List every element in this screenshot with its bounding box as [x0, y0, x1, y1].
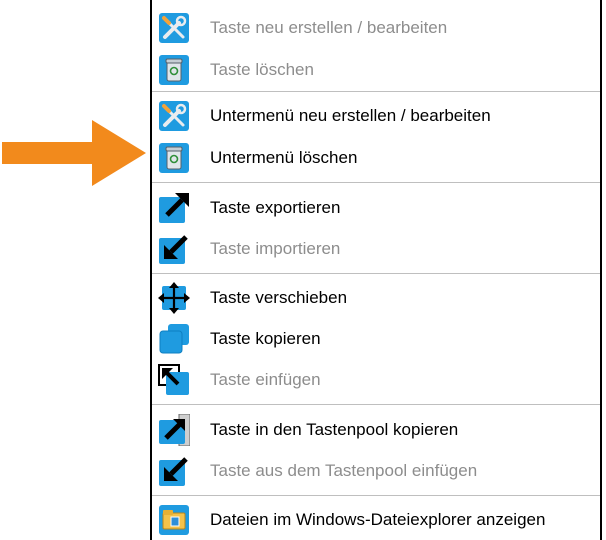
menu-item-label: Taste löschen — [210, 60, 314, 79]
menu-item-copy-key[interactable]: Taste kopieren — [152, 319, 600, 359]
recycle-bin-icon — [159, 143, 189, 173]
menu-item-create-edit-key[interactable]: Taste neu erstellen / bearbeiten — [152, 8, 600, 48]
menu-item-label: Taste neu erstellen / bearbeiten — [210, 18, 448, 37]
menu-separator — [152, 91, 600, 92]
tools-icon — [159, 101, 189, 131]
pointer-arrow-icon — [2, 120, 146, 186]
menu-item-label: Untermenü neu erstellen / bearbeiten — [210, 106, 491, 125]
menu-separator — [152, 273, 600, 274]
menu-item-move-key[interactable]: Taste verschieben — [152, 278, 600, 318]
menu-item-label: Taste importieren — [210, 239, 341, 258]
menu-item-copy-to-pool[interactable]: Taste in den Tastenpool kopieren — [152, 410, 600, 450]
menu-item-delete-key[interactable]: Taste löschen — [152, 50, 600, 90]
menu-item-paste-key[interactable]: Taste einfügen — [152, 360, 600, 400]
menu-separator — [152, 182, 600, 183]
menu-item-label: Taste kopieren — [210, 329, 321, 348]
file-explorer-icon — [159, 505, 189, 535]
paste-icon — [158, 364, 189, 395]
export-arrow-icon — [159, 193, 189, 223]
menu-item-export-key[interactable]: Taste exportieren — [152, 188, 600, 228]
context-menu: Taste neu erstellen / bearbeiten Taste l… — [150, 0, 602, 540]
menu-item-label: Taste exportieren — [210, 198, 341, 217]
recycle-bin-icon — [159, 55, 189, 85]
menu-item-label: Taste verschieben — [210, 288, 348, 307]
menu-item-label: Taste einfügen — [210, 370, 321, 389]
menu-separator — [152, 495, 600, 496]
import-arrow-icon — [159, 235, 188, 264]
menu-separator — [152, 404, 600, 405]
copy-icon — [159, 324, 189, 354]
menu-item-label: Untermenü löschen — [210, 148, 358, 167]
copy-to-pool-icon — [159, 414, 190, 446]
tools-icon — [159, 13, 189, 43]
menu-item-show-in-explorer[interactable]: Dateien im Windows-Dateiexplorer anzeige… — [152, 500, 600, 540]
menu-item-create-edit-submenu[interactable]: Untermenü neu erstellen / bearbeiten — [152, 96, 600, 136]
paste-from-pool-icon — [159, 457, 188, 486]
menu-item-import-key[interactable]: Taste importieren — [152, 229, 600, 269]
menu-item-label: Taste aus dem Tastenpool einfügen — [210, 461, 478, 480]
menu-item-paste-from-pool[interactable]: Taste aus dem Tastenpool einfügen — [152, 451, 600, 491]
menu-item-label: Dateien im Windows-Dateiexplorer anzeige… — [210, 510, 546, 529]
menu-item-label: Taste in den Tastenpool kopieren — [210, 420, 459, 439]
menu-item-delete-submenu[interactable]: Untermenü löschen — [152, 138, 600, 178]
move-arrows-icon — [158, 282, 190, 314]
